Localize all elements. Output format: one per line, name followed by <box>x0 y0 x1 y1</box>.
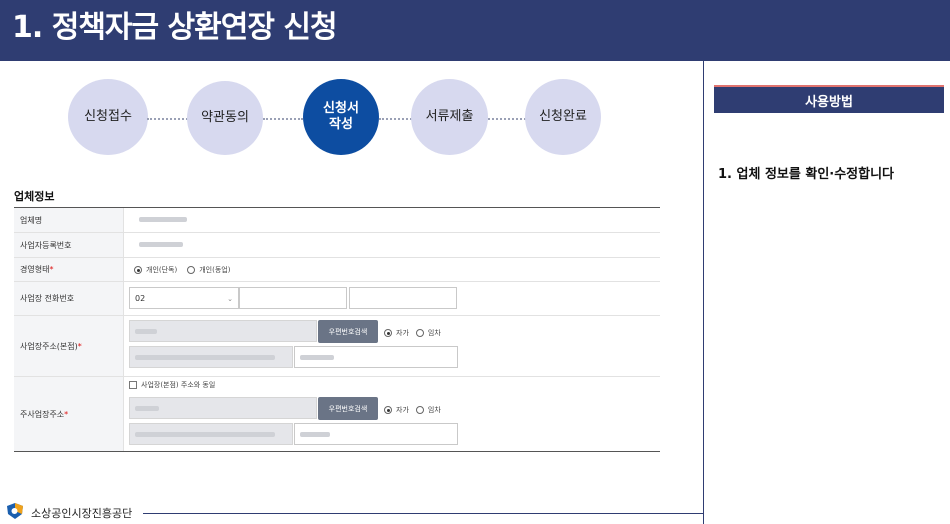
area-code-select[interactable]: 02 ⌄ <box>129 287 239 309</box>
footer-line <box>143 513 704 514</box>
footer-org-name: 소상공인시장진흥공단 <box>31 507 133 520</box>
row-business-number: 사업자등록번호 <box>14 233 660 258</box>
row-main-address: 주사업장주소 * 사업장(본점) 주소와 동일 우편번호검색 자가 임차 <box>14 377 660 451</box>
usage-title-bar: 사용방법 <box>714 85 944 113</box>
panel-divider <box>703 61 704 524</box>
row-business-address: 사업장주소(본점) * 우편번호검색 자가 임차 <box>14 316 660 377</box>
page-title: 1. 정책자금 상환연장 신청 <box>12 10 338 45</box>
company-info-form: 업체명 사업자등록번호 경영형태 * 개인(단독) 개인(동업) 사업장 전화번호… <box>14 207 660 452</box>
usage-title: 사용방법 <box>805 94 853 110</box>
field-label: 사업장주소(본점) * <box>14 316 124 376</box>
radio-sole[interactable] <box>134 266 142 274</box>
section-title: 업체정보 <box>14 190 55 203</box>
step-label: 신청접수 <box>84 109 132 124</box>
address-detail-input[interactable] <box>294 346 458 368</box>
checkbox-label: 사업장(본점) 주소와 동일 <box>141 381 216 389</box>
row-management-type: 경영형태 * 개인(단독) 개인(동업) <box>14 258 660 282</box>
address-input[interactable] <box>129 346 293 368</box>
field-label: 경영형태 * <box>14 258 124 281</box>
zip-code-input[interactable] <box>129 320 317 342</box>
step-application-receipt: 신청접수 <box>68 79 148 155</box>
step-write-application: 신청서 작성 <box>303 79 379 155</box>
business-number-value <box>124 233 660 257</box>
radio-leased[interactable] <box>415 406 424 414</box>
zip-search-button[interactable]: 우편번호검색 <box>318 397 378 420</box>
company-name-value <box>124 208 660 232</box>
zip-code-input[interactable] <box>129 397 317 419</box>
radio-partnership[interactable] <box>187 266 196 274</box>
step-label: 서류제출 <box>425 109 474 124</box>
page-header: 1. 정책자금 상환연장 신청 <box>0 0 950 61</box>
row-company-name: 업체명 <box>14 208 660 233</box>
field-label: 주사업장주소 * <box>14 377 124 451</box>
usage-instruction: 1. 업체 정보를 확인·수정합니다 <box>718 167 895 182</box>
same-address-checkbox[interactable] <box>129 381 137 389</box>
phone-last-input[interactable] <box>349 287 457 309</box>
step-complete: 신청완료 <box>525 79 601 155</box>
step-connector <box>263 118 303 120</box>
phone-middle-input[interactable] <box>239 287 347 309</box>
field-label: 사업장 전화번호 <box>14 282 124 315</box>
org-logo-icon <box>7 503 23 519</box>
address-input[interactable] <box>129 423 293 445</box>
step-label: 약관동의 <box>201 110 249 125</box>
radio-label: 개인(단독) <box>146 266 178 274</box>
step-connector <box>488 118 526 120</box>
zip-search-button[interactable]: 우편번호검색 <box>318 320 378 343</box>
field-label: 사업자등록번호 <box>14 233 124 257</box>
step-label: 신청완료 <box>539 109 587 124</box>
step-connector <box>379 118 412 120</box>
radio-leased[interactable] <box>415 329 424 337</box>
step-document-submission: 서류제출 <box>411 79 488 155</box>
field-label: 업체명 <box>14 208 124 232</box>
address-detail-input[interactable] <box>294 423 458 445</box>
step-label: 신청서 작성 <box>323 101 359 132</box>
row-business-phone: 사업장 전화번호 02 ⌄ <box>14 282 660 316</box>
step-terms-agreement: 약관동의 <box>187 81 263 155</box>
radio-label: 개인(동업) <box>199 266 231 274</box>
radio-owned[interactable] <box>384 406 392 414</box>
chevron-down-icon: ⌄ <box>227 295 233 303</box>
step-connector <box>147 118 188 120</box>
radio-owned[interactable] <box>384 329 392 337</box>
